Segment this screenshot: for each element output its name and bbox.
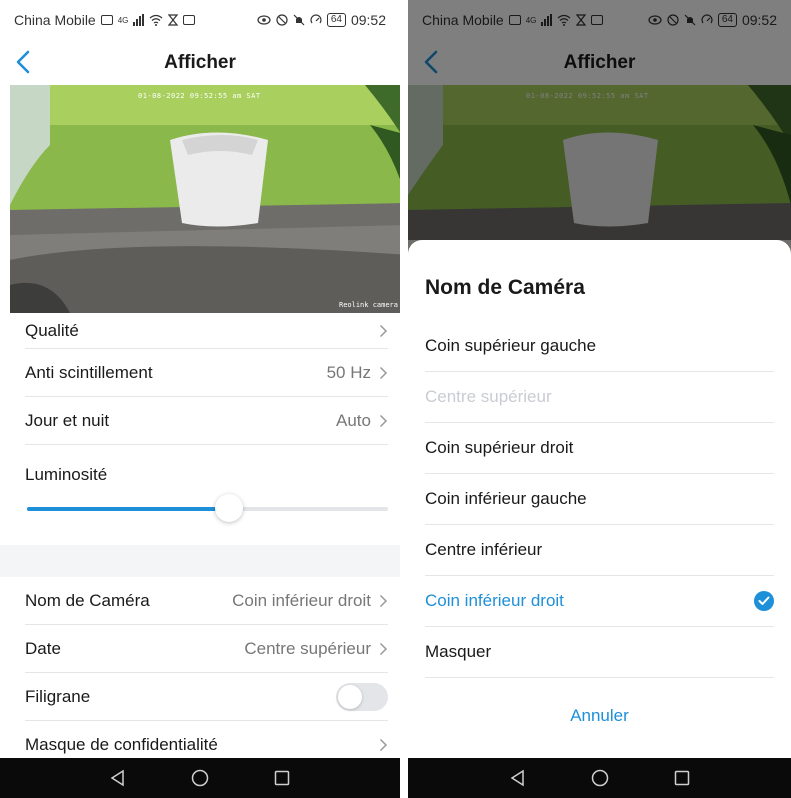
option-label: Masquer: [425, 642, 492, 661]
setting-day-night-value: Auto: [336, 410, 371, 430]
square-recent-icon[interactable]: [672, 768, 692, 788]
page-title: Afficher: [164, 51, 236, 73]
chevron-right-icon: [379, 324, 388, 337]
hourglass-icon: [168, 14, 179, 26]
option-label: Coin inférieur gauche: [425, 489, 587, 508]
setting-quality[interactable]: Qualité: [25, 313, 388, 349]
network-label: 4G: [117, 15, 129, 25]
screen-display-settings: China Mobile 4G 64 09:52 Afficher 01-08-…: [0, 0, 400, 798]
chevron-left-icon[interactable]: [12, 48, 36, 76]
mute-bell-icon: [293, 14, 305, 26]
setting-anti-flicker[interactable]: Anti scintillement 50 Hz: [25, 349, 388, 397]
option-item: Centre supérieur: [425, 372, 774, 423]
eye-icon: [257, 15, 271, 25]
setting-brightness-label: Luminosité: [25, 465, 108, 484]
option-list: Coin supérieur gauche Centre supérieur Coi…: [425, 321, 774, 678]
system-nav-bar: [408, 758, 791, 798]
option-item[interactable]: Coin supérieur droit: [425, 423, 774, 474]
chevron-right-icon: [379, 414, 388, 427]
option-label: Centre supérieur: [425, 387, 552, 406]
option-label: Coin supérieur gauche: [425, 336, 597, 355]
setting-day-night-label: Jour et nuit: [25, 410, 110, 430]
option-item[interactable]: Centre inférieur: [425, 525, 774, 576]
option-label: Coin inférieur droit: [425, 591, 564, 610]
brightness-slider-handle[interactable]: [215, 494, 244, 522]
setting-camera-name-label: Nom de Caméra: [25, 590, 150, 610]
setting-camera-name-value: Coin inférieur droit: [232, 590, 371, 610]
setting-watermark-label: Filigrane: [25, 686, 91, 706]
bottom-sheet: Nom de Caméra Coin supérieur gauche Centr…: [408, 240, 791, 758]
system-nav-bar: [0, 758, 400, 798]
screen-separator: [400, 0, 408, 798]
hd-icon: [100, 15, 113, 25]
triangle-back-icon[interactable]: [108, 768, 128, 788]
check-circle-icon: [754, 591, 774, 611]
option-item[interactable]: Coin inférieur gauche: [425, 474, 774, 525]
wifi-icon: [149, 14, 163, 26]
preview-camera-label: Reolink camera: [338, 301, 398, 309]
triangle-back-icon[interactable]: [508, 768, 528, 788]
chevron-right-icon: [379, 738, 388, 751]
preview-timestamp: 01-08-2022 09:52:55 am SAT: [138, 92, 261, 100]
setting-anti-flicker-value: 50 Hz: [326, 362, 371, 382]
time-label: 09:52: [350, 12, 386, 28]
carrier-label: China Mobile: [14, 12, 96, 28]
cancel-button[interactable]: Annuler: [408, 706, 791, 726]
watermark-toggle[interactable]: [336, 682, 388, 711]
message-icon: [183, 15, 196, 25]
sheet-title: Nom de Caméra: [425, 276, 585, 299]
section-divider: [0, 545, 400, 577]
screen-camera-name-picker: China Mobile 4G 64 09:52 Afficher: [408, 0, 791, 798]
setting-anti-flicker-label: Anti scintillement: [25, 362, 153, 382]
setting-quality-label: Qualité: [25, 320, 79, 340]
option-item[interactable]: Coin inférieur droit: [425, 576, 774, 627]
option-label: Coin supérieur droit: [425, 438, 574, 457]
nfc-icon: [276, 14, 288, 26]
battery-icon: 64: [326, 13, 346, 27]
option-label: Centre inférieur: [425, 540, 543, 559]
square-recent-icon[interactable]: [272, 768, 292, 788]
setting-date-label: Date: [25, 638, 61, 658]
chevron-right-icon: [379, 594, 388, 607]
option-item[interactable]: Coin supérieur gauche: [425, 321, 774, 372]
circle-home-icon[interactable]: [190, 768, 210, 788]
brightness-slider-fill: [27, 507, 230, 511]
brightness-slider-track[interactable]: [27, 494, 388, 522]
app-header: Afficher: [0, 40, 400, 85]
toggle-knob: [338, 684, 362, 709]
setting-camera-name[interactable]: Nom de Caméra Coin inférieur droit: [25, 577, 388, 625]
setting-date-value: Centre supérieur: [244, 638, 371, 658]
signal-icon: [133, 14, 145, 26]
status-bar: China Mobile 4G 64 09:52: [0, 0, 400, 40]
camera-feed-image: [10, 85, 400, 313]
chevron-right-icon: [379, 366, 388, 379]
setting-day-night[interactable]: Jour et nuit Auto: [25, 397, 388, 445]
camera-preview: 01-08-2022 09:52:55 am SAT Reolink camer…: [10, 85, 400, 313]
circle-home-icon[interactable]: [590, 768, 610, 788]
setting-brightness: Luminosité: [25, 445, 388, 545]
setting-privacy-mask-label: Masque de confidentialité: [25, 734, 218, 754]
option-item[interactable]: Masquer: [425, 627, 774, 678]
setting-watermark: Filigrane: [25, 673, 388, 721]
modal-backdrop[interactable]: [408, 0, 791, 240]
data-speed-icon: [310, 14, 322, 24]
chevron-right-icon: [379, 642, 388, 655]
settings-list: Qualité Anti scintillement 50 Hz Jour et…: [0, 313, 400, 769]
setting-date[interactable]: Date Centre supérieur: [25, 625, 388, 673]
